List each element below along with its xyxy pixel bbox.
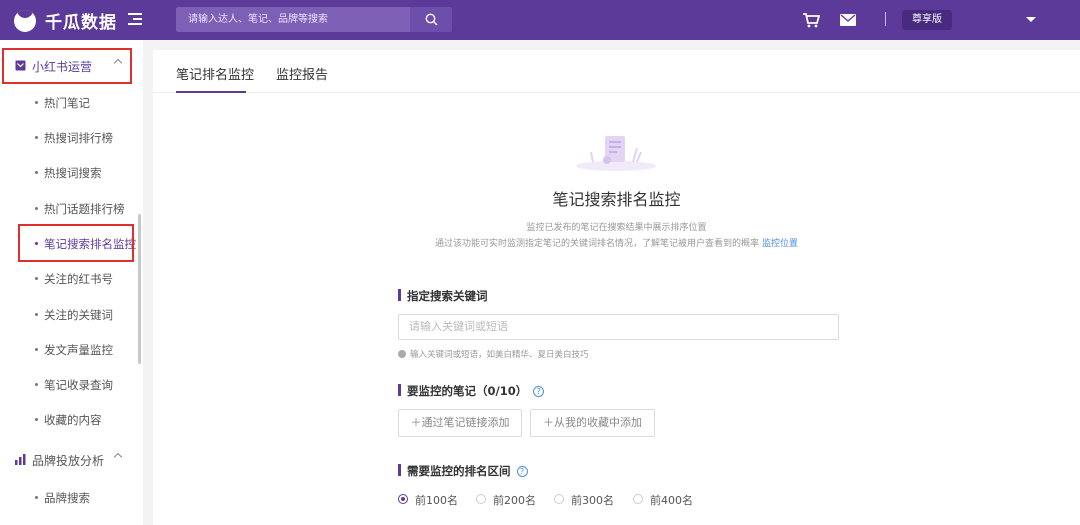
mail-icon[interactable] xyxy=(840,14,856,26)
sidebar-item-label: 热门笔记 xyxy=(44,96,90,110)
sidebar-item-label: 热搜词搜索 xyxy=(44,166,102,180)
menu-toggle-icon[interactable] xyxy=(128,12,142,26)
highlight-box-group xyxy=(2,48,132,84)
sidebar-item-label: 收藏的内容 xyxy=(44,413,102,427)
radio-circle xyxy=(633,494,643,504)
radio-label: 前400名 xyxy=(650,494,693,507)
range-radio-300[interactable]: 前300名 xyxy=(554,492,614,508)
info-icon xyxy=(398,350,406,358)
sidebar: 小红书运营 热门笔记 热搜词排行榜 热搜词搜索 热门话题排行榜 笔记搜索排名监控… xyxy=(0,40,143,525)
sidebar-item-hot-topic-rank[interactable]: 热门话题排行榜 xyxy=(0,194,143,224)
sidebar-item-post-volume[interactable]: 发文声量监控 xyxy=(0,335,143,365)
add-from-favorites-button[interactable]: ＋从我的收藏中添加 xyxy=(530,409,655,437)
search-button[interactable] xyxy=(410,7,452,32)
help-icon[interactable]: ? xyxy=(516,466,528,477)
header-divider xyxy=(885,12,886,26)
sidebar-scrollbar[interactable] xyxy=(138,214,141,364)
radio-circle xyxy=(398,494,408,504)
sidebar-item-label: 关注的红书号 xyxy=(44,272,113,286)
main-panel: 笔记排名监控 监控报告 笔记搜索排名监控 监控已发布的笔记在搜索结果中展示排序位… xyxy=(153,50,1080,525)
page-description-2: 通过该功能可实时监测指定笔记的关键词排名情况，了解笔记被用户查看到的概率 监控位… xyxy=(153,236,1080,249)
sidebar-item-label: 热搜词排行榜 xyxy=(44,131,113,145)
sidebar-group-brand-analysis[interactable]: 品牌投放分析 xyxy=(0,442,143,476)
sidebar-item-label: 关注的关键词 xyxy=(44,308,113,322)
radio-label: 前200名 xyxy=(493,494,536,507)
keyword-input[interactable] xyxy=(398,314,839,340)
radio-circle xyxy=(476,494,486,504)
top-navbar: 千瓜数据 尊享版 xyxy=(0,0,1080,40)
highlight-box-item xyxy=(18,224,134,262)
notes-section-title: 要监控的笔记（0/10）? xyxy=(398,383,545,399)
sidebar-item-brand-search[interactable]: 品牌搜索 xyxy=(0,483,143,513)
keyword-hint: 输入关键词或短语，如美白精华、夏日美白技巧 xyxy=(398,348,589,360)
section-title-text: 要监控的笔记（0/10） xyxy=(407,384,528,398)
monitor-position-link[interactable]: 监控位置 xyxy=(762,239,798,249)
sidebar-group-label: 品牌投放分析 xyxy=(32,454,105,468)
sidebar-item-followed-accounts[interactable]: 关注的红书号 xyxy=(0,264,143,294)
logo-icon xyxy=(14,9,36,32)
sidebar-item-label: 品牌搜索 xyxy=(44,491,90,505)
cart-icon[interactable] xyxy=(802,12,820,28)
page-title: 笔记搜索排名监控 xyxy=(552,190,681,209)
range-radio-200[interactable]: 前200名 xyxy=(476,492,536,508)
page-description-text: 通过该功能可实时监测指定笔记的关键词排名情况，了解笔记被用户查看到的概率 xyxy=(435,239,760,249)
sidebar-item-label: 热门话题排行榜 xyxy=(44,202,125,216)
sidebar-item-hot-search-rank[interactable]: 热搜词排行榜 xyxy=(0,123,143,153)
help-icon[interactable]: ? xyxy=(533,386,545,397)
range-radio-100[interactable]: 前100名 xyxy=(398,492,458,508)
brand-logo[interactable]: 千瓜数据 xyxy=(14,8,117,33)
brand-name: 千瓜数据 xyxy=(45,13,117,33)
bar-chart-icon xyxy=(15,454,26,465)
add-by-link-button[interactable]: ＋通过笔记链接添加 xyxy=(398,409,522,437)
range-radio-400[interactable]: 前400名 xyxy=(633,492,693,508)
keyword-section-title: 指定搜索关键词 xyxy=(398,288,488,304)
tab-bar: 笔记排名监控 监控报告 xyxy=(153,50,1080,93)
chevron-up-icon xyxy=(113,452,123,462)
tab-monitor-report[interactable]: 监控报告 xyxy=(276,64,328,83)
sidebar-item-hot-notes[interactable]: 热门笔记 xyxy=(0,88,143,118)
search-input[interactable] xyxy=(176,7,410,32)
keyword-hint-text: 输入关键词或短语，如美白精华、夏日美白技巧 xyxy=(410,350,589,360)
sidebar-item-favorites[interactable]: 收藏的内容 xyxy=(0,405,143,435)
sidebar-item-note-index[interactable]: 笔记收录查询 xyxy=(0,370,143,400)
search-icon xyxy=(425,13,437,26)
vip-badge[interactable]: 尊享版 xyxy=(902,10,952,30)
section-title-text: 指定搜索关键词 xyxy=(407,289,488,303)
radio-label: 前300名 xyxy=(571,494,614,507)
sidebar-item-label: 笔记收录查询 xyxy=(44,378,113,392)
sidebar-item-label: 发文声量监控 xyxy=(44,343,113,357)
page-description: 监控已发布的笔记在搜索结果中展示排序位置 xyxy=(526,223,707,233)
radio-label: 前100名 xyxy=(415,494,458,507)
user-menu-caret-icon[interactable] xyxy=(1026,17,1036,22)
sidebar-item-followed-keywords[interactable]: 关注的关键词 xyxy=(0,300,143,330)
sidebar-item-hot-search[interactable]: 热搜词搜索 xyxy=(0,158,143,188)
range-section-title: 需要监控的排名区间? xyxy=(398,463,528,479)
active-tab-indicator xyxy=(176,91,246,93)
document-illustration-icon xyxy=(576,136,656,171)
section-title-text: 需要监控的排名区间 xyxy=(407,464,511,478)
radio-circle xyxy=(554,494,564,504)
tab-note-rank-monitor[interactable]: 笔记排名监控 xyxy=(176,64,254,83)
